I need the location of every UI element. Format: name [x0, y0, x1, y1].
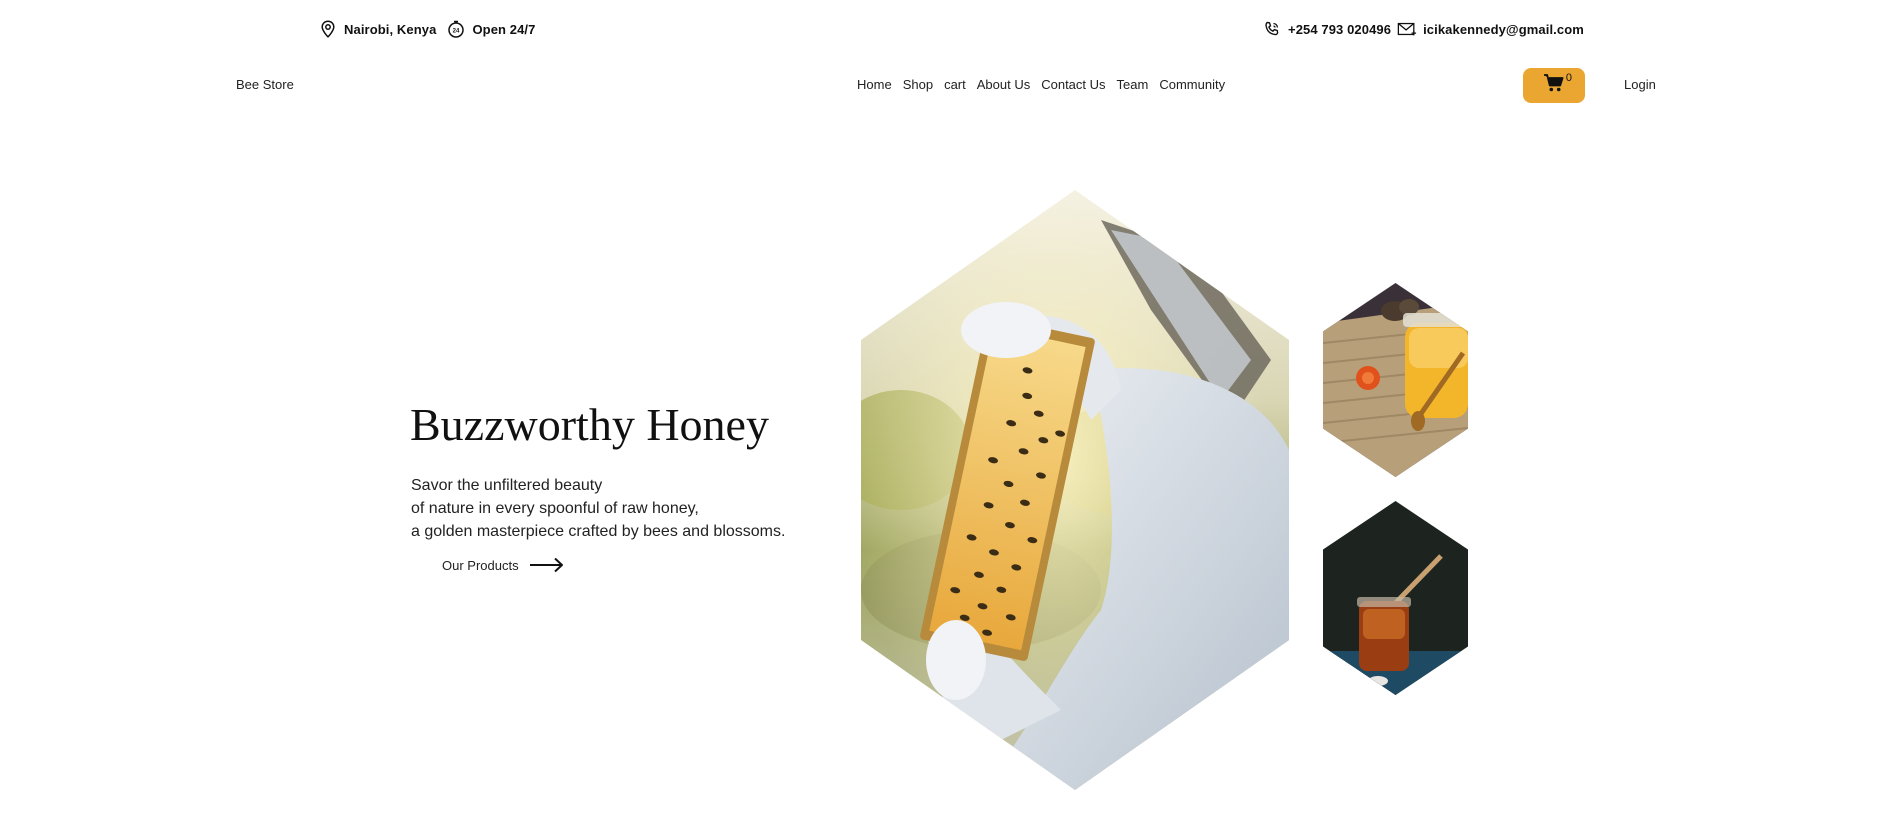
nav-link-shop[interactable]: Shop	[903, 77, 933, 92]
top-info-bar: Nairobi, Kenya 24 Open 24/7 +254 793 020…	[0, 0, 1884, 58]
hero-description-line: of nature in every spoonful of raw honey…	[411, 500, 699, 517]
nav-link-about-us[interactable]: About Us	[977, 77, 1030, 92]
phone-text[interactable]: +254 793 020496	[1288, 22, 1391, 37]
hero-description-line: a golden masterpiece crafted by bees and…	[411, 523, 786, 540]
nav-links: Home Shop cart About Us Contact Us Team …	[857, 77, 1236, 92]
honey-jar-burlap-image	[1323, 283, 1468, 477]
arrow-right-icon	[529, 557, 565, 573]
hero-beekeeper-image	[861, 190, 1289, 790]
contact-info-right: +254 793 020496 icikakennedy@gmail.com	[1262, 19, 1584, 39]
nav-link-cart[interactable]: cart	[944, 77, 966, 92]
nav-link-contact-us[interactable]: Contact Us	[1041, 77, 1105, 92]
phone-icon	[1262, 19, 1282, 39]
hours-text: Open 24/7	[472, 21, 536, 37]
nav-link-community[interactable]: Community	[1159, 77, 1225, 92]
mail-icon	[1397, 19, 1417, 39]
our-products-label: Our Products	[442, 557, 519, 573]
shopping-cart-icon	[1543, 73, 1565, 98]
main-navbar: Bee Store Home Shop cart About Us Contac…	[0, 64, 1884, 108]
hero-description: Savor the unfiltered beauty of nature in…	[411, 474, 785, 543]
contact-info-left: Nairobi, Kenya 24 Open 24/7	[318, 19, 535, 39]
nav-link-home[interactable]: Home	[857, 77, 892, 92]
honey-jar-dipper-image	[1323, 501, 1468, 695]
login-link[interactable]: Login	[1624, 77, 1656, 92]
our-products-link[interactable]: Our Products	[442, 557, 565, 573]
email-text[interactable]: icikakennedy@gmail.com	[1423, 22, 1584, 37]
cart-button[interactable]: 0	[1523, 68, 1585, 103]
map-pin-icon	[318, 19, 338, 39]
brand-logo[interactable]: Bee Store	[236, 77, 294, 92]
nav-link-team[interactable]: Team	[1117, 77, 1149, 92]
hero-description-line: Savor the unfiltered beauty	[411, 477, 603, 494]
clock-24-icon: 24	[446, 19, 466, 39]
svg-text:24: 24	[453, 29, 460, 35]
cart-count-badge: 0	[1565, 72, 1572, 84]
location-text: Nairobi, Kenya	[344, 21, 437, 37]
hero-title: Buzzworthy Honey	[410, 399, 769, 450]
